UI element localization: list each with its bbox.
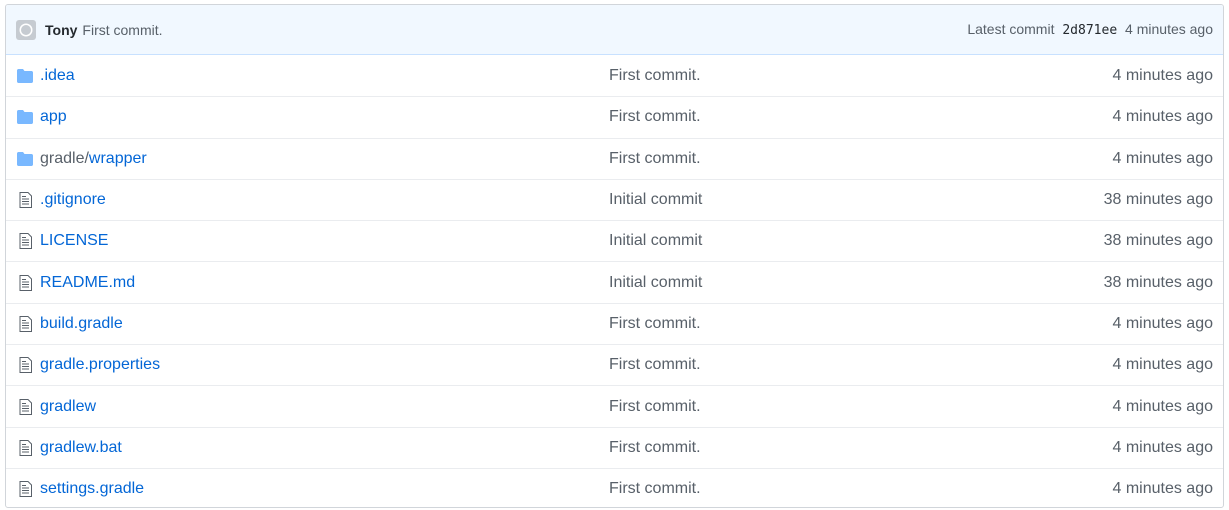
file-icon (16, 357, 34, 374)
file-link[interactable]: settings.gradle (40, 480, 144, 498)
folder-icon (16, 68, 34, 84)
file-link[interactable]: gradle.properties (40, 356, 160, 374)
file-commit-message[interactable]: First commit. (609, 480, 1112, 498)
file-link[interactable]: gradlew (40, 398, 96, 416)
commit-author[interactable]: Tony (45, 22, 77, 38)
file-age: 38 minutes ago (1103, 273, 1213, 291)
file-commit-message[interactable]: Initial commit (609, 232, 1104, 250)
file-path-prefix: gradle/ (40, 149, 89, 167)
file-commit-message[interactable]: First commit. (609, 356, 1112, 374)
file-icon (16, 274, 34, 291)
file-name-cell: .idea (16, 67, 609, 85)
file-row: README.md Initial commit 38 minutes ago (6, 261, 1223, 302)
file-commit-message[interactable]: First commit. (609, 150, 1112, 168)
file-icon (16, 233, 34, 250)
file-icon (16, 398, 34, 415)
file-age: 4 minutes ago (1112, 356, 1213, 374)
file-commit-message[interactable]: First commit. (609, 439, 1112, 457)
file-row: gradle.properties First commit. 4 minute… (6, 344, 1223, 385)
file-name-cell: gradle/ wrapper (16, 150, 609, 168)
file-browser: Tony First commit. Latest commit 2d871ee… (5, 4, 1224, 508)
file-age: 4 minutes ago (1112, 314, 1213, 332)
file-age: 4 minutes ago (1112, 397, 1213, 415)
file-name-cell: settings.gradle (16, 480, 609, 498)
file-link[interactable]: build.gradle (40, 315, 123, 333)
file-link[interactable]: .idea (40, 67, 75, 85)
file-name-cell: gradlew (16, 398, 609, 416)
file-commit-message[interactable]: First commit. (609, 315, 1112, 333)
file-row: settings.gradle First commit. 4 minutes … (6, 467, 1223, 507)
file-commit-message[interactable]: First commit. (609, 108, 1112, 126)
file-row: .idea First commit. 4 minutes ago (6, 55, 1223, 96)
file-icon (16, 192, 34, 209)
file-name-cell: gradlew.bat (16, 439, 609, 457)
file-icon (16, 315, 34, 332)
file-commit-message[interactable]: Initial commit (609, 191, 1104, 209)
github-avatar-icon[interactable] (16, 19, 36, 40)
file-commit-message[interactable]: First commit. (609, 67, 1112, 85)
file-link[interactable]: gradlew.bat (40, 439, 122, 457)
commit-age: 4 minutes ago (1125, 21, 1213, 37)
file-commit-message[interactable]: First commit. (609, 398, 1112, 416)
commit-sha[interactable]: 2d871ee (1062, 23, 1117, 38)
file-link[interactable]: wrapper (89, 150, 147, 168)
file-link[interactable]: .gitignore (40, 191, 106, 209)
latest-commit-info: Latest commit 2d871ee 4 minutes ago (967, 21, 1213, 38)
latest-commit-label: Latest commit (967, 21, 1055, 37)
file-name-cell: LICENSE (16, 232, 609, 250)
latest-commit-bar: Tony First commit. Latest commit 2d871ee… (6, 5, 1223, 55)
file-name-cell: README.md (16, 274, 609, 292)
file-icon (16, 481, 34, 498)
folder-icon (16, 151, 34, 167)
file-row: gradlew First commit. 4 minutes ago (6, 385, 1223, 426)
file-row: LICENSE Initial commit 38 minutes ago (6, 220, 1223, 261)
file-name-cell: .gitignore (16, 191, 609, 209)
file-age: 4 minutes ago (1112, 149, 1213, 167)
file-list: .idea First commit. 4 minutes ago app Fi… (6, 55, 1223, 507)
file-name-cell: build.gradle (16, 315, 609, 333)
file-age: 38 minutes ago (1103, 232, 1213, 250)
file-row: gradlew.bat First commit. 4 minutes ago (6, 426, 1223, 468)
file-age: 4 minutes ago (1112, 108, 1213, 126)
file-link[interactable]: app (40, 108, 67, 126)
file-name-cell: gradle.properties (16, 356, 609, 374)
file-row: gradle/ wrapper First commit. 4 minutes … (6, 137, 1223, 179)
file-name-cell: app (16, 108, 609, 126)
file-icon (16, 439, 34, 456)
file-link[interactable]: README.md (40, 274, 135, 292)
commit-message[interactable]: First commit. (82, 22, 162, 38)
file-age: 4 minutes ago (1112, 66, 1213, 84)
folder-icon (16, 109, 34, 125)
file-link[interactable]: LICENSE (40, 232, 108, 250)
file-row: build.gradle First commit. 4 minutes ago (6, 302, 1223, 344)
file-age: 38 minutes ago (1103, 191, 1213, 209)
file-commit-message[interactable]: Initial commit (609, 274, 1104, 292)
file-age: 4 minutes ago (1112, 480, 1213, 498)
file-age: 4 minutes ago (1112, 438, 1213, 456)
file-row: .gitignore Initial commit 38 minutes ago (6, 178, 1223, 220)
file-row: app First commit. 4 minutes ago (6, 96, 1223, 137)
